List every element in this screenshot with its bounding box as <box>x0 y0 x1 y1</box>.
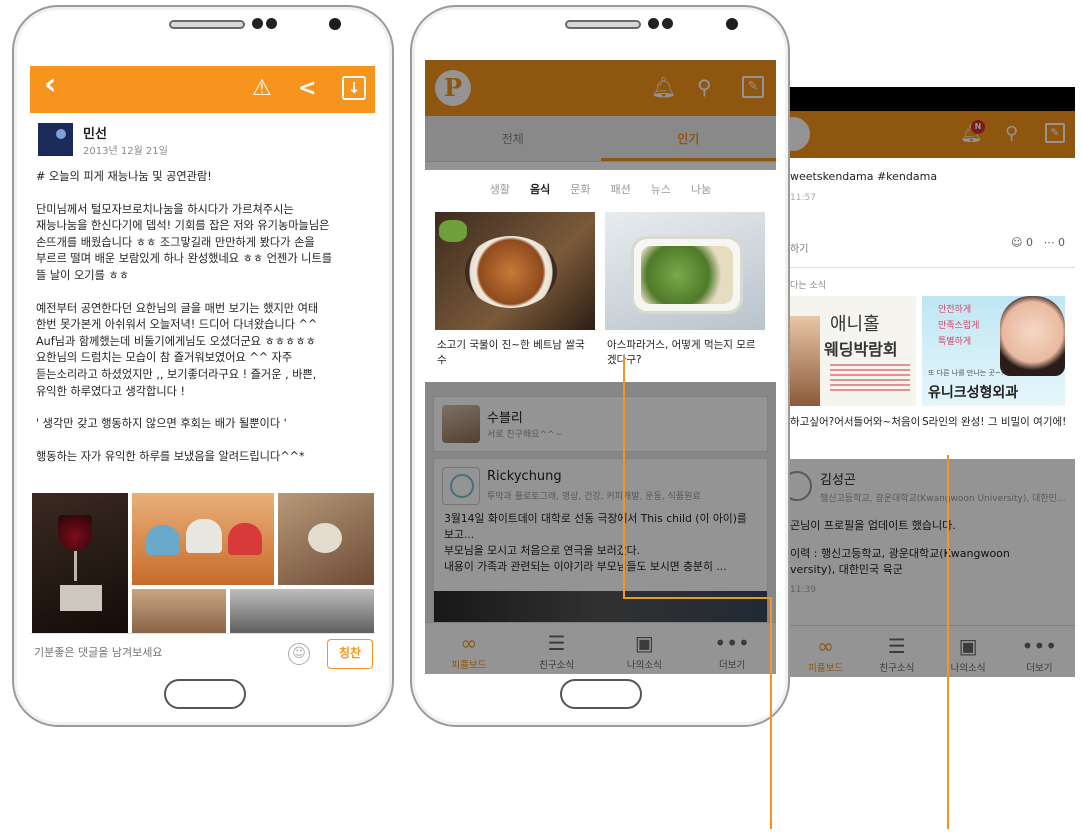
post-date: 2013년 12월 21일 <box>83 146 168 157</box>
category-fashion[interactable]: 패션 <box>611 181 631 197</box>
post-author: 민선 2013년 12월 21일 <box>30 113 375 165</box>
sensor-dot <box>662 18 673 29</box>
author-name[interactable]: 민선 <box>83 123 107 142</box>
photo-knit-brooch[interactable] <box>278 493 374 585</box>
ad-unique-clinic[interactable]: 안전하게 만족스럽게 특별하게 또 다른 나를 만나는 곳~! 유니크성형외과 <box>922 296 1065 406</box>
callout-line <box>623 597 771 599</box>
category-food[interactable]: 음식 <box>530 181 550 197</box>
post-body-line: 단미님께서 털모자브로치나눔을 하시다가 가르쳐주시는 <box>36 202 294 216</box>
post-body-line: 뜰 날이 오기를 ㅎㅎ <box>36 268 130 282</box>
post-body-line: # 오늘의 피게 재능나눔 및 공연관람! <box>36 170 212 183</box>
post-photos <box>30 493 375 633</box>
friend-feed-screen: 🔔︎ N ⚲ ✎ weetskendama #kendama 11:57 하기 … <box>790 87 1075 677</box>
comment-count: 0 <box>1058 236 1065 249</box>
post-detail-topbar: ‹ ⚠ < ↓ <box>30 66 375 113</box>
callout-line <box>947 455 949 829</box>
front-camera <box>329 18 341 30</box>
category-news[interactable]: 뉴스 <box>651 181 671 197</box>
speaker-grille <box>565 20 641 29</box>
sensor-dot <box>648 18 659 29</box>
ad-tagline: 또 다른 나를 만나는 곳~! <box>928 369 1004 377</box>
praise-button[interactable]: 칭찬 <box>327 639 373 669</box>
post-time: 11:57 <box>790 193 816 203</box>
post-body-line: 손뜨개를 배웠습니다 ㅎㅎ 조그맣길래 만만하게 봤다가 손을 <box>36 235 315 249</box>
dim-overlay-top <box>425 60 776 170</box>
comment-bar: ☺ 칭찬 <box>30 633 375 676</box>
section-label: 다는 소식 <box>790 281 826 291</box>
home-button[interactable] <box>560 679 642 709</box>
post-body-line: 유익한 하루였다고 생각합니다 ! <box>36 384 185 398</box>
food-card-pho[interactable]: 소고기 국물이 진~한 베트남 쌀국수 <box>435 212 595 368</box>
callout-line <box>623 358 625 598</box>
feed-post[interactable]: weetskendama #kendama 11:57 하기 ☺ 0 ⋯ 0 <box>790 158 1075 268</box>
dim-overlay-top <box>790 111 1075 158</box>
ad-brand: 유니크성형외과 <box>928 385 1019 401</box>
comment-icon[interactable]: ⋯ <box>1044 236 1055 249</box>
ad-slogan: 특별하게 <box>938 337 972 347</box>
ad-wedding-fair[interactable]: 애니홀 웨딩박람회 <box>790 296 916 406</box>
pho-image <box>435 212 595 330</box>
ad-title-line: 웨딩박람회 <box>824 340 898 359</box>
emoji-icon[interactable]: ☺ <box>288 643 310 665</box>
front-camera <box>726 18 738 30</box>
promo-ads: 애니홀 웨딩박람회 안전하게 만족스럽게 특별하게 또 다른 나를 만나는 곳~… <box>790 296 1075 431</box>
sensor-dot <box>252 18 263 29</box>
smile-count: 0 <box>1026 236 1033 249</box>
photo-yarn[interactable] <box>230 589 374 633</box>
post-body-line: 요한님의 드럼치는 모습이 참 즐거워보였어요 ^^ 자주 <box>36 351 293 365</box>
post-action[interactable]: 하기 <box>790 240 808 255</box>
category-bar: 생활 음식 문화 패션 뉴스 나눔 <box>425 168 776 210</box>
photo-knit-hats[interactable] <box>132 493 274 585</box>
card-caption: 소고기 국물이 진~한 베트남 쌀국수 <box>437 339 585 366</box>
ad-title-line: 애니홀 <box>830 314 880 335</box>
share-icon[interactable]: < <box>298 76 316 102</box>
post-body-line: Auf님과 함께했는데 비둘기에게님도 오셨더군요 ㅎㅎㅎㅎㅎ <box>36 334 316 348</box>
comment-input[interactable] <box>34 646 284 659</box>
status-bar <box>790 87 1075 111</box>
report-warning-icon[interactable]: ⚠ <box>252 76 272 102</box>
dim-overlay <box>790 459 1075 677</box>
ad-caption: S라인의 완성! 그 비밀이 여기에! <box>922 416 1067 428</box>
home-button[interactable] <box>164 679 246 709</box>
category-culture[interactable]: 문화 <box>570 181 590 197</box>
post-detail-screen: ‹ ⚠ < ↓ 민선 2013년 12월 21일 # 오늘의 피게 재능나눔 및… <box>30 66 375 676</box>
post-body-line: 한번 못가본게 아쉬워서 오늘저녁! 드디어 다녀왔습니다 ^^ <box>36 318 318 332</box>
dim-overlay <box>425 382 776 674</box>
sensor-dot <box>266 18 277 29</box>
speaker-grille <box>169 20 245 29</box>
food-card-asparagus[interactable]: 아스파라거스, 어떻게 먹는지 모르겠다구? <box>605 212 765 368</box>
category-sharing[interactable]: 나눔 <box>691 181 711 197</box>
photo-crafts[interactable] <box>132 589 226 633</box>
chevron-left-icon[interactable]: ‹ <box>44 70 56 100</box>
post-body-line: 듣는소리라고 하셨었지만 ,, 보기좋더라구요 ! 즐거운 , 바쁜, <box>36 367 317 381</box>
category-life[interactable]: 생활 <box>490 181 510 197</box>
download-icon[interactable]: ↓ <box>342 76 366 100</box>
post-body-line: ' 생각만 갖고 행동하지 않으면 후회는 배가 될뿐이다 ' <box>36 417 287 431</box>
post-counts: ☺ 0 ⋯ 0 <box>1011 236 1065 249</box>
post-body-line: 재능나눔을 한신다기에 뎁석! 기회를 잡은 저와 유기농마늘님은 <box>36 219 330 233</box>
card-caption: 아스파라거스, 어떻게 먹는지 모르겠다구? <box>607 339 756 366</box>
callout-line <box>770 597 772 829</box>
post-body-line: 부르르 떨며 배운 보람있게 하나 완성했네요 ㅎㅎ 언젠가 니트를 <box>36 252 333 266</box>
ad-caption: 하고싶어?어서들어와~처음이 <box>790 416 921 428</box>
avatar[interactable] <box>38 123 73 156</box>
post-body-line: 행동하는 자가 유익한 하루를 보냈음을 알려드립니다^^* <box>36 449 305 463</box>
photo-wine-glass[interactable] <box>32 493 128 633</box>
post-body: # 오늘의 피게 재능나눔 및 공연관람! 단미님께서 털모자브로치나눔을 하시다… <box>30 165 375 465</box>
post-hashtags[interactable]: weetskendama #kendama <box>790 170 937 183</box>
ad-slogan: 만족스럽게 <box>938 321 980 331</box>
popular-feed-screen: P 🔔︎ ⚲ ✎ 전체 인기 생활 음식 문화 패션 뉴스 나눔 소고기 국물이… <box>425 60 776 674</box>
asparagus-image <box>605 212 765 330</box>
ad-slogan: 안전하게 <box>938 305 972 315</box>
smile-icon[interactable]: ☺ <box>1011 236 1022 249</box>
post-body-line: 예전부터 공연한다던 요한님의 글을 매번 보기는 했지만 여태 <box>36 301 319 315</box>
